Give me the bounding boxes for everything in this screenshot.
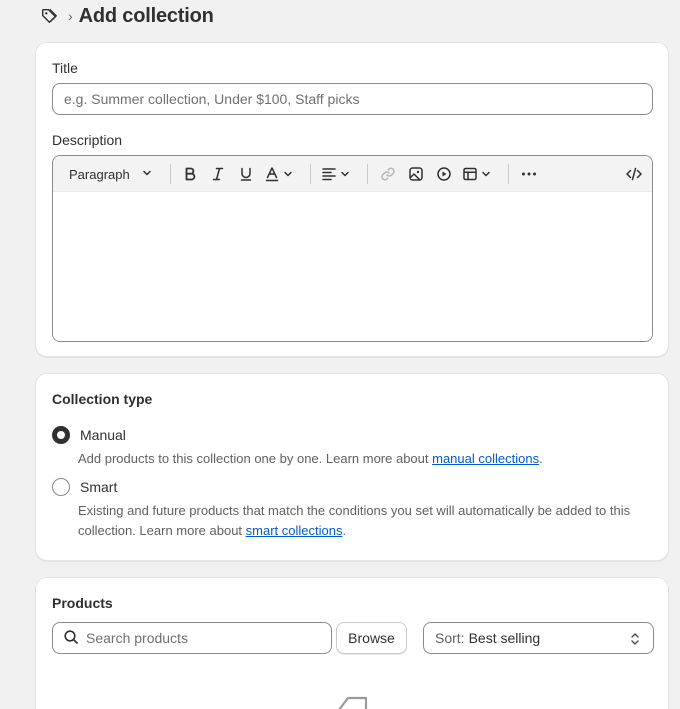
description-label: Description	[52, 132, 123, 148]
table-icon[interactable]	[462, 160, 498, 188]
search-products-input[interactable]: Search products	[52, 622, 332, 654]
smart-label: Smart	[80, 479, 118, 495]
chevron-down-icon	[141, 167, 153, 182]
sort-prefix: Sort:	[435, 630, 465, 646]
page-title: Add collection	[78, 4, 214, 27]
title-input-placeholder: e.g. Summer collection, Under $100, Staf…	[64, 91, 360, 107]
smart-help-suffix: .	[342, 523, 347, 538]
smart-help-text: Existing and future products that match …	[78, 501, 648, 541]
manual-help-prefix: Add products to this collection one by o…	[78, 451, 433, 466]
manual-collections-link[interactable]: manual collections	[432, 451, 539, 466]
underline-icon[interactable]	[236, 160, 256, 188]
sort-select[interactable]: Sort: Best selling	[423, 622, 654, 654]
more-icon[interactable]	[518, 160, 540, 188]
tag-icon[interactable]	[40, 6, 60, 26]
align-icon[interactable]	[321, 160, 357, 188]
products-heading: Products	[52, 595, 113, 611]
manual-help-text: Add products to this collection one by o…	[78, 449, 648, 469]
select-arrows-icon	[629, 631, 641, 650]
empty-state-tag-icon	[332, 690, 372, 709]
smart-help-prefix: Existing and future products that match …	[78, 503, 631, 538]
title-label: Title	[52, 60, 78, 76]
description-editor: Paragraph	[52, 155, 653, 342]
products-card: Products Search products Browse Sort: Be…	[35, 577, 669, 709]
search-icon	[63, 629, 79, 648]
editor-toolbar: Paragraph	[53, 156, 652, 192]
manual-label: Manual	[80, 427, 126, 443]
link-icon[interactable]	[378, 160, 398, 188]
page-header: › Add collection	[40, 4, 214, 28]
manual-radio[interactable]	[52, 426, 70, 444]
breadcrumb-separator: ›	[68, 8, 73, 24]
search-placeholder: Search products	[86, 630, 188, 646]
collection-type-card: Collection type Manual Add products to t…	[35, 373, 669, 561]
smart-radio[interactable]	[52, 478, 70, 496]
browse-button[interactable]: Browse	[336, 622, 407, 654]
manual-option[interactable]: Manual	[52, 426, 126, 444]
manual-help-suffix: .	[539, 451, 543, 466]
details-card: Title e.g. Summer collection, Under $100…	[35, 42, 669, 357]
collection-type-heading: Collection type	[52, 391, 153, 407]
italic-icon[interactable]	[208, 160, 228, 188]
sort-value: Best selling	[468, 630, 541, 646]
format-select-value: Paragraph	[69, 166, 130, 182]
smart-option[interactable]: Smart	[52, 478, 117, 496]
code-icon[interactable]	[622, 160, 646, 188]
video-icon[interactable]	[434, 160, 454, 188]
bold-icon[interactable]	[180, 160, 200, 188]
smart-collections-link[interactable]: smart collections	[246, 523, 343, 538]
title-input[interactable]: e.g. Summer collection, Under $100, Staf…	[52, 83, 653, 115]
editor-content-area[interactable]	[53, 192, 652, 341]
format-select[interactable]: Paragraph	[61, 160, 161, 188]
text-color-icon[interactable]	[264, 160, 300, 188]
image-icon[interactable]	[406, 160, 426, 188]
